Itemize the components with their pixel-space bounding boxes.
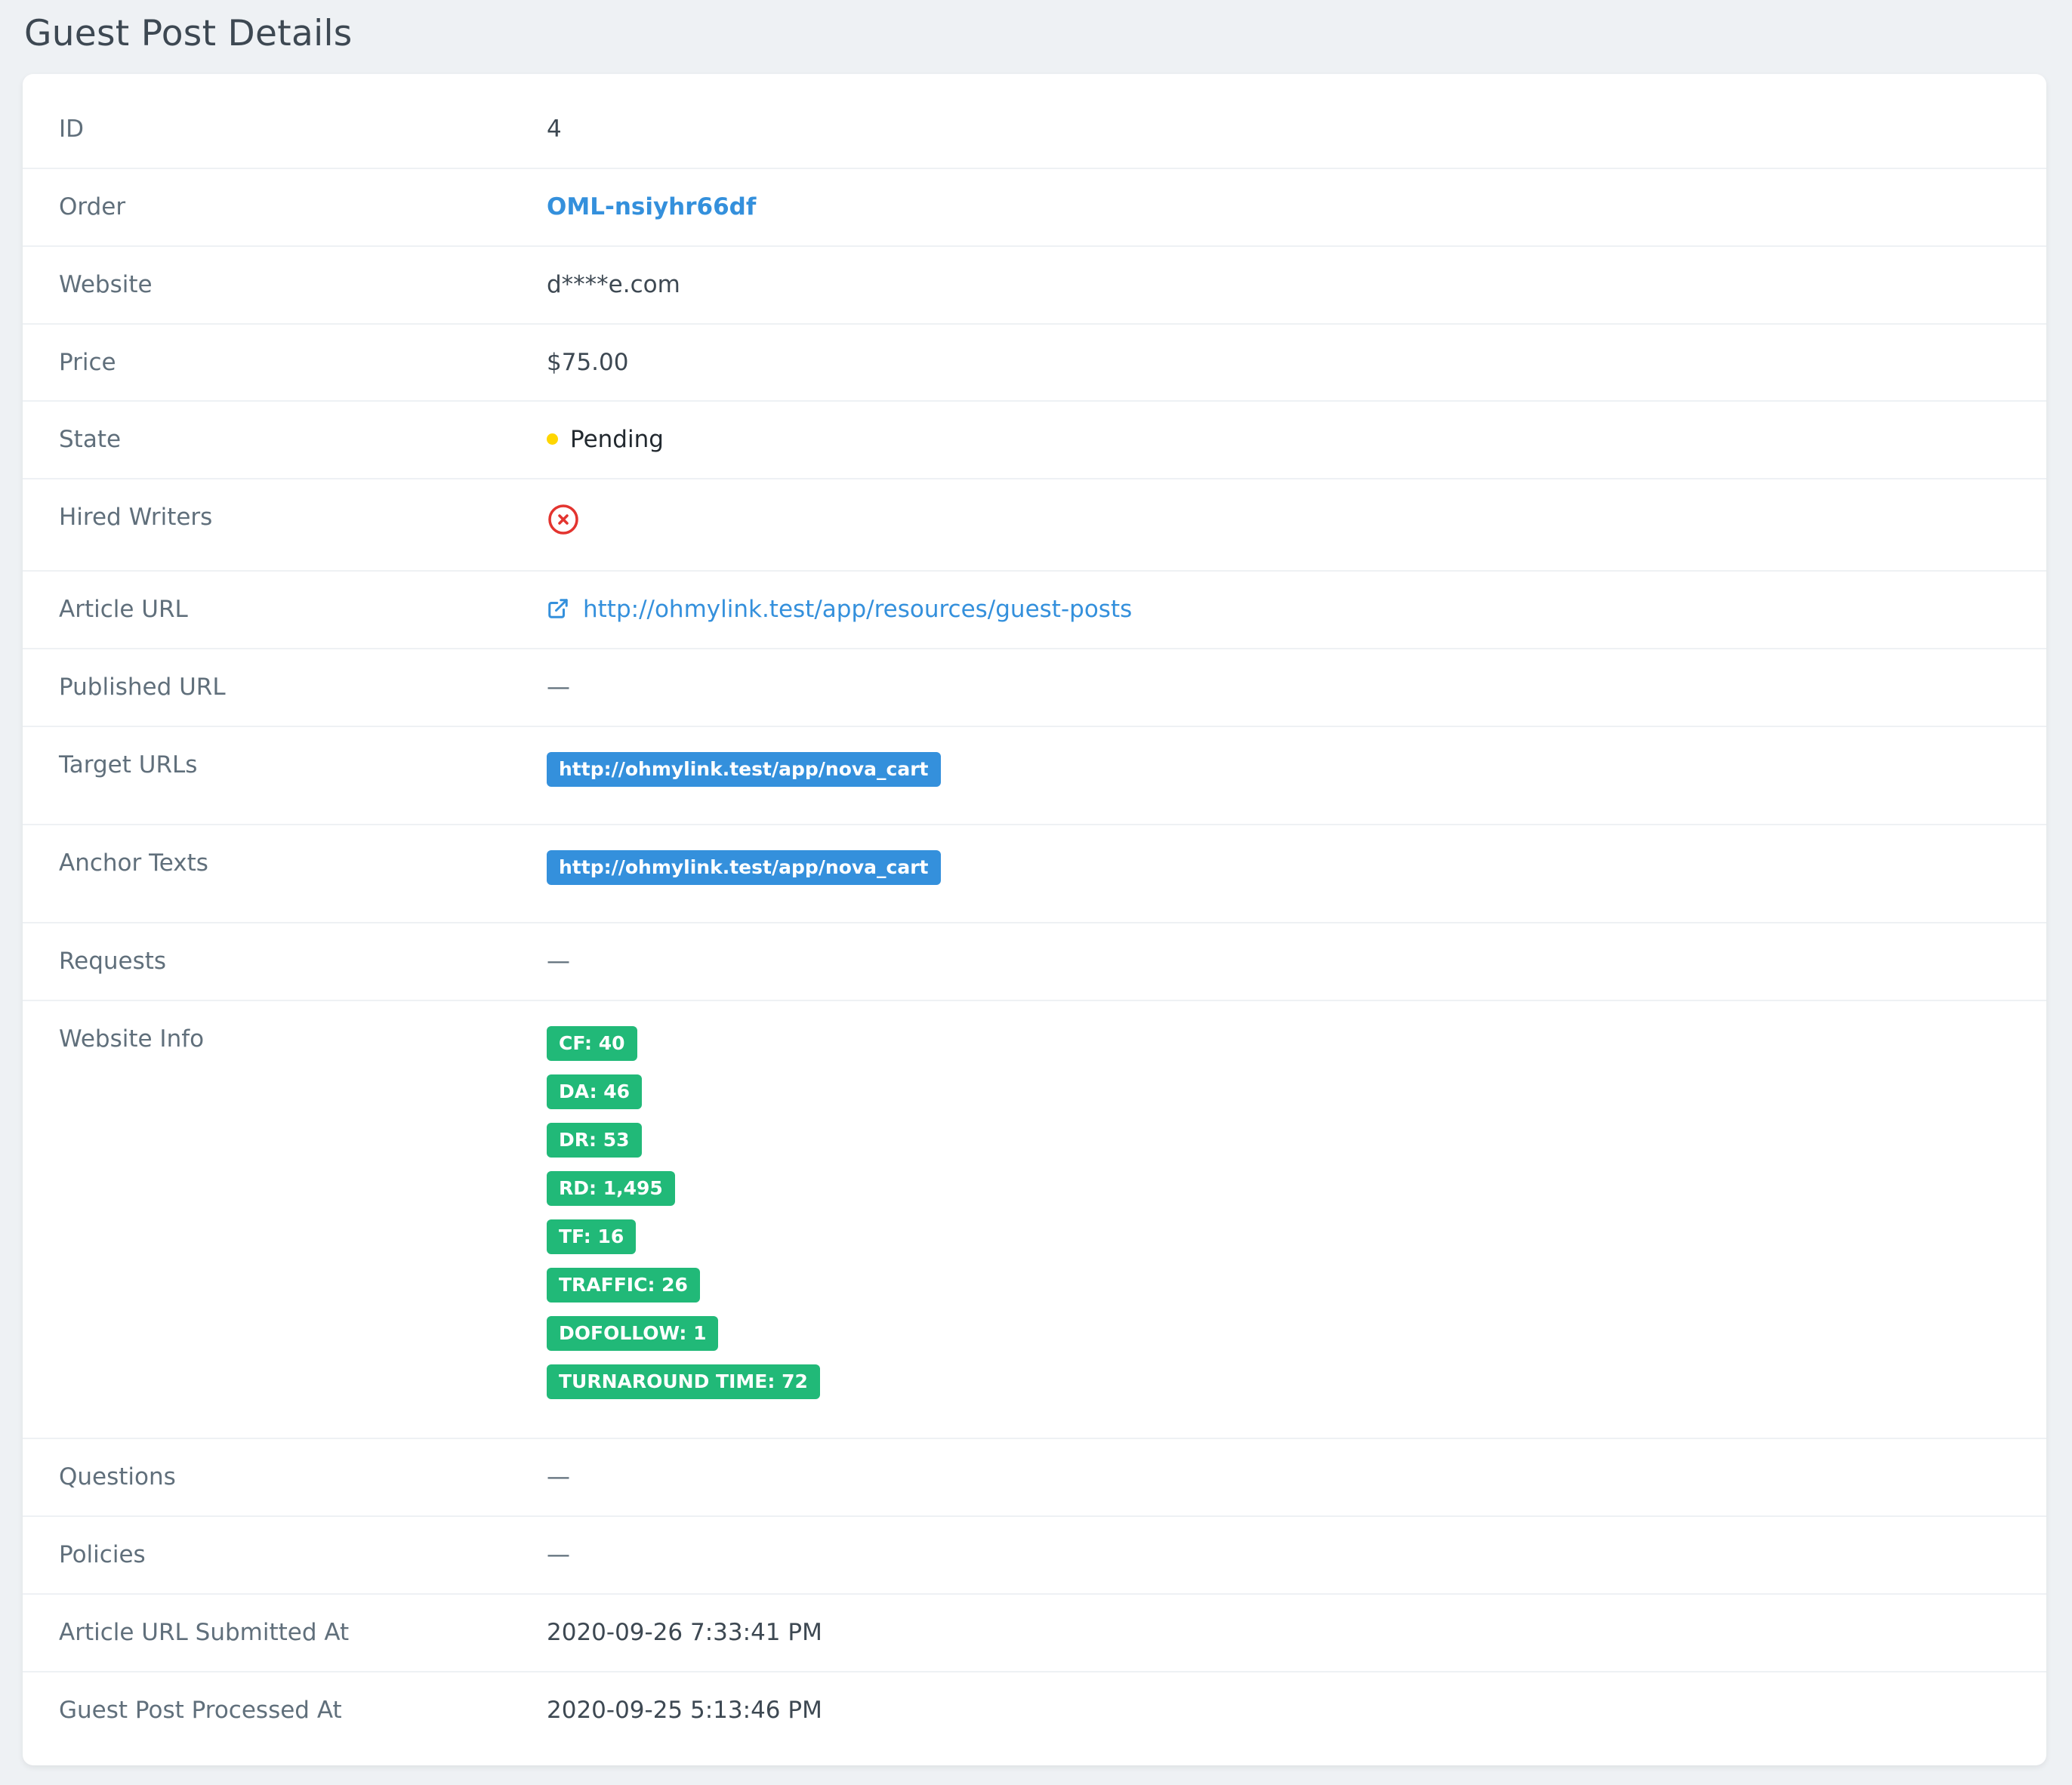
row-order: Order OML-nsiyhr66df	[23, 169, 2046, 247]
field-value-id: 4	[547, 116, 562, 143]
field-label-policies: Policies	[59, 1541, 146, 1568]
state-text: Pending	[570, 426, 664, 453]
field-label-guest-post-processed-at: Guest Post Processed At	[59, 1697, 342, 1724]
guest-post-details-page: Guest Post Details ID 4 Order OML-nsiyhr…	[0, 0, 2072, 1785]
row-article-url-submitted-at: Article URL Submitted At 2020-09-26 7:33…	[23, 1595, 2046, 1672]
state-value: Pending	[547, 424, 664, 455]
field-value-website: d****e.com	[547, 271, 680, 298]
website-info-badge-traffic: TRAFFIC: 26	[547, 1268, 700, 1303]
website-info-badge-dofollow: DOFOLLOW: 1	[547, 1316, 719, 1351]
field-label-requests: Requests	[59, 948, 167, 975]
target-url-tag: http://ohmylink.test/app/nova_cart	[547, 752, 941, 787]
website-info-badge-cf: CF: 40	[547, 1026, 637, 1061]
website-info-badge-turnaround-time: TURNAROUND TIME: 72	[547, 1364, 820, 1399]
field-label-anchor-texts: Anchor Texts	[59, 849, 208, 877]
row-requests: Requests —	[23, 923, 2046, 1001]
order-link[interactable]: OML-nsiyhr66df	[547, 192, 756, 222]
website-info-badge-dr: DR: 53	[547, 1123, 642, 1158]
external-link-icon	[548, 598, 568, 618]
field-label-questions: Questions	[59, 1463, 176, 1491]
field-label-article-url-submitted-at: Article URL Submitted At	[59, 1619, 350, 1646]
field-value-policies: —	[547, 1541, 570, 1568]
details-card: ID 4 Order OML-nsiyhr66df Website d****e…	[23, 74, 2046, 1765]
article-url-value: http://ohmylink.test/app/resources/guest…	[547, 594, 1132, 624]
anchor-texts-tags: http://ohmylink.test/app/nova_cart	[547, 850, 941, 885]
field-label-state: State	[59, 426, 122, 453]
field-label-article-url: Article URL	[59, 596, 188, 623]
x-circle-icon	[548, 504, 578, 535]
row-hired-writers: Hired Writers	[23, 479, 2046, 572]
field-value-requests: —	[547, 948, 570, 975]
field-value-questions: —	[547, 1463, 570, 1491]
field-label-id: ID	[59, 116, 85, 143]
row-state: State Pending	[23, 402, 2046, 479]
target-urls-tags: http://ohmylink.test/app/nova_cart	[547, 752, 941, 787]
anchor-text-tag: http://ohmylink.test/app/nova_cart	[547, 850, 941, 885]
website-info-badge-tf: TF: 16	[547, 1219, 637, 1254]
page-title: Guest Post Details	[24, 13, 353, 54]
row-website-info: Website Info CF: 40 DA: 46 DR: 53 RD: 1,…	[23, 1001, 2046, 1439]
field-label-website-info: Website Info	[59, 1025, 205, 1053]
field-label-target-urls: Target URLs	[59, 751, 198, 778]
field-label-hired-writers: Hired Writers	[59, 504, 213, 531]
row-anchor-texts: Anchor Texts http://ohmylink.test/app/no…	[23, 825, 2046, 923]
hired-writers-value	[547, 503, 580, 544]
website-info-badge-da: DA: 46	[547, 1074, 643, 1109]
field-value-article-url-submitted-at: 2020-09-26 7:33:41 PM	[547, 1619, 822, 1646]
field-value-published-url: —	[547, 674, 570, 701]
field-label-website: Website	[59, 271, 153, 298]
row-policies: Policies —	[23, 1517, 2046, 1595]
pending-status-dot-icon	[547, 433, 558, 445]
field-label-order: Order	[59, 193, 126, 220]
field-value-guest-post-processed-at: 2020-09-25 5:13:46 PM	[547, 1697, 822, 1724]
row-questions: Questions —	[23, 1439, 2046, 1517]
field-value-price: $75.00	[547, 349, 629, 376]
field-label-price: Price	[59, 349, 116, 376]
article-url-link[interactable]: http://ohmylink.test/app/resources/guest…	[583, 596, 1132, 623]
website-info-badge-rd: RD: 1,495	[547, 1171, 675, 1206]
row-target-urls: Target URLs http://ohmylink.test/app/nov…	[23, 727, 2046, 825]
row-price: Price $75.00	[23, 325, 2046, 402]
row-guest-post-processed-at: Guest Post Processed At 2020-09-25 5:13:…	[23, 1672, 2046, 1765]
row-website: Website d****e.com	[23, 247, 2046, 325]
row-id: ID 4	[23, 74, 2046, 169]
field-label-published-url: Published URL	[59, 674, 226, 701]
row-article-url: Article URL http://ohmylink.test/app/res…	[23, 572, 2046, 649]
row-published-url: Published URL —	[23, 649, 2046, 727]
